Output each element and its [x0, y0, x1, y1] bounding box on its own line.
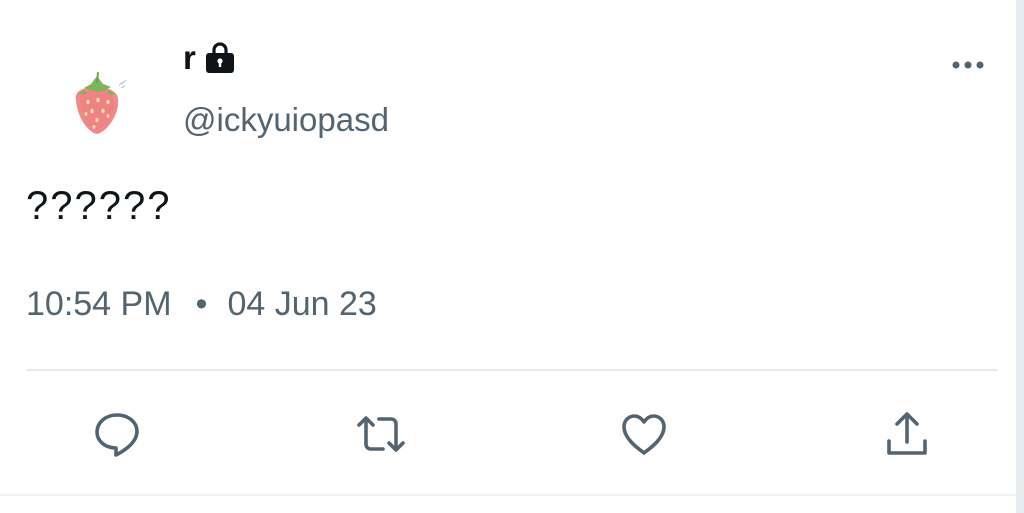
- avatar[interactable]: [62, 70, 132, 140]
- bottom-divider: [0, 494, 1016, 496]
- like-icon: [622, 414, 666, 455]
- reply-button[interactable]: [87, 404, 147, 464]
- user-handle[interactable]: @ickyuiopasd: [183, 98, 389, 142]
- tweet-date: 04 Jun 23: [227, 285, 377, 323]
- scroll-edge: [1016, 0, 1024, 513]
- reply-icon: [95, 413, 139, 457]
- like-button[interactable]: [614, 404, 674, 464]
- more-options-icon[interactable]: [946, 50, 990, 80]
- retweet-icon: [357, 416, 405, 452]
- meta-separator: •: [195, 285, 208, 323]
- tweet-text: ??????: [26, 184, 172, 228]
- tweet-card: r @ickyuiopasd ?????? 10:54 PM • 04 Jun …: [0, 0, 1024, 513]
- author-name-row[interactable]: r: [183, 38, 238, 78]
- lock-icon: [202, 40, 238, 76]
- display-name[interactable]: r: [183, 38, 196, 78]
- tweet-timestamp[interactable]: 10:54 PM • 04 Jun 23: [26, 282, 377, 326]
- divider: [26, 369, 998, 371]
- share-icon: [887, 412, 927, 455]
- tweet-actions: [0, 404, 1024, 464]
- retweet-button[interactable]: [351, 404, 411, 464]
- share-button[interactable]: [877, 404, 937, 464]
- strawberry-icon: [75, 72, 127, 134]
- tweet-time: 10:54 PM: [26, 285, 172, 323]
